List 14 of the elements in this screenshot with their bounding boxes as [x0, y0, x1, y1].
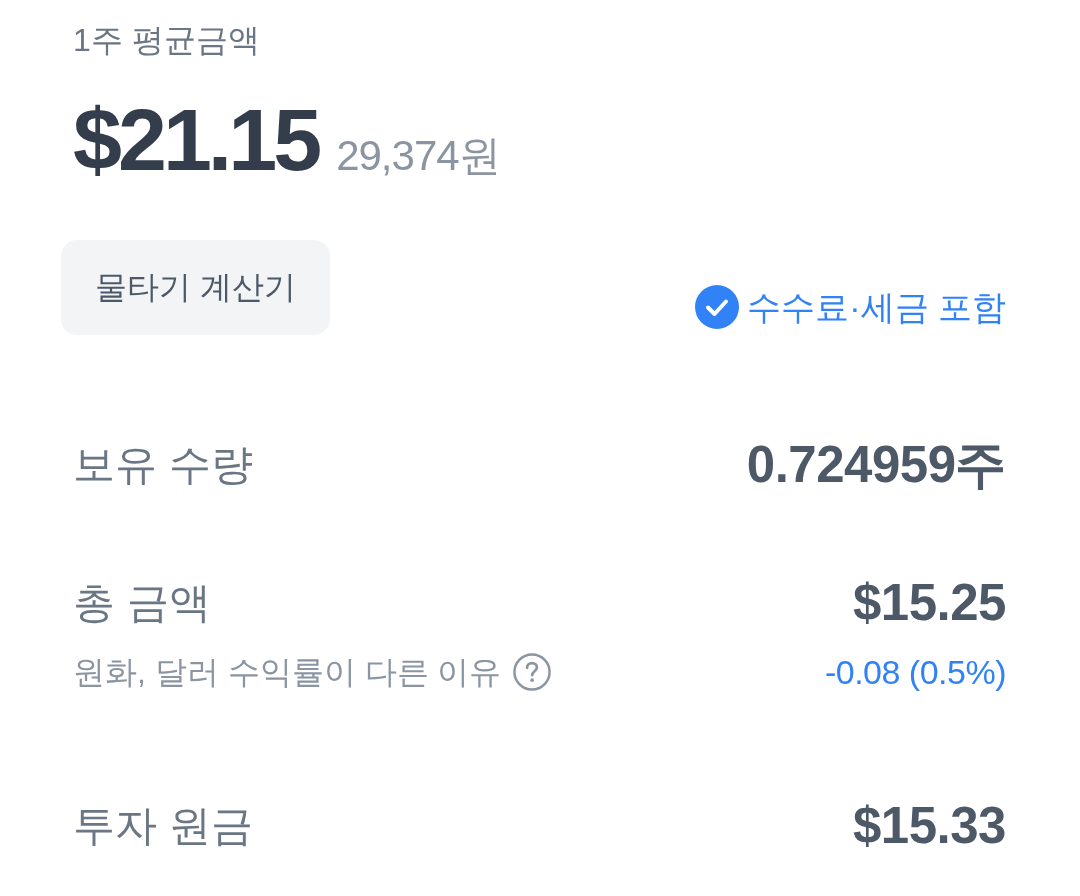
return-difference-help-link[interactable]: 원화, 달러 수익률이 다른 이유: [73, 651, 552, 693]
krw-price: 29,374원: [336, 131, 500, 181]
calculator-button[interactable]: 물타기 계산기: [61, 240, 330, 335]
row-label: 보유 수량: [73, 440, 253, 490]
fee-include-checkbox[interactable]: 수수료·세금 포함: [695, 285, 1006, 329]
row-label: 투자 원금: [73, 801, 253, 851]
row-value: 0.724959주: [746, 436, 1006, 494]
average-price: $21.15: [73, 92, 319, 188]
row-value: $15.25: [853, 574, 1006, 632]
row-value: $15.33: [853, 797, 1006, 855]
section-label: 1주 평균금액: [73, 21, 260, 60]
profit-change: -0.08 (0.5%): [824, 652, 1006, 693]
help-icon: [513, 653, 552, 691]
row-label: 총 금액: [73, 578, 211, 628]
